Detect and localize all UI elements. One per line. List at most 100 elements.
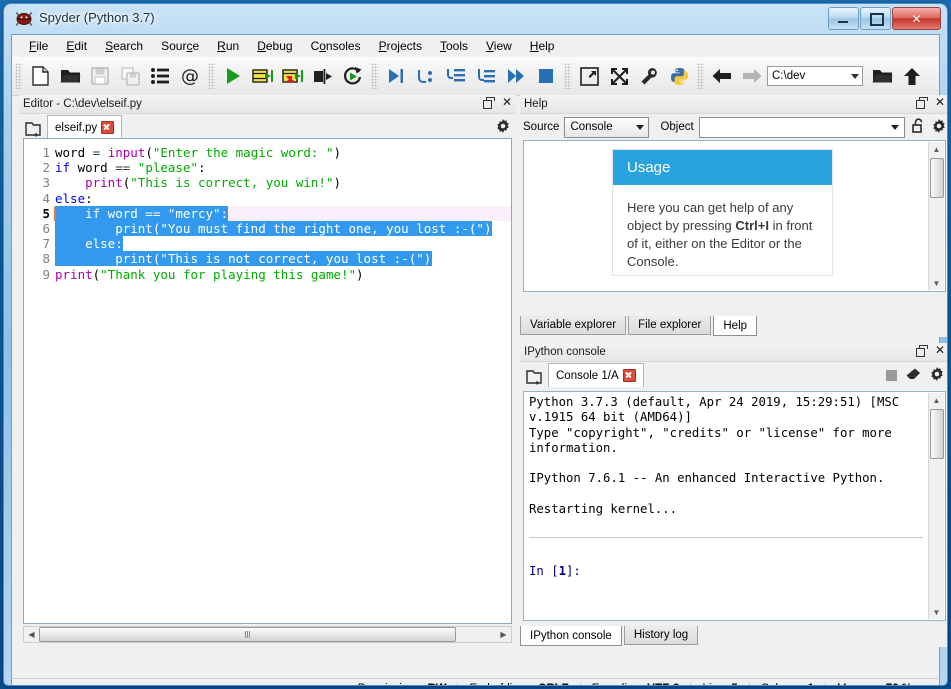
tab-variable-explorer[interactable]: Variable explorer [520,316,627,335]
toolbar-grip[interactable] [15,63,22,89]
rerun-icon[interactable] [338,61,368,91]
status-end-of-lines: End-of-lines: CRLF [457,682,579,685]
console-options-gear-icon[interactable] [930,367,944,384]
menu-projects[interactable]: Projects [370,36,431,56]
menu-search[interactable]: Search [96,36,152,56]
step-into-icon[interactable] [441,61,471,91]
console-panel-title: IPython console ✕ [520,343,947,362]
debug-file-icon[interactable] [381,61,411,91]
console-input-prompt[interactable]: In [1]: [529,564,581,578]
help-object-input[interactable] [698,116,905,138]
browse-tabs-icon[interactable] [25,122,42,137]
help-source-combo[interactable]: Console [564,116,650,138]
help-vertical-scrollbar[interactable]: ▲ ▼ [928,142,944,290]
scroll-up-icon[interactable]: ▲ [929,393,944,407]
close-button[interactable]: ✕ [892,7,941,30]
forward-icon[interactable] [737,61,767,91]
menu-view[interactable]: View [477,36,521,56]
continue-icon[interactable] [501,61,531,91]
scroll-up-icon[interactable]: ▲ [929,142,944,156]
menu-debug[interactable]: Debug [248,36,301,56]
save-file-icon[interactable] [85,61,115,91]
parent-directory-icon[interactable] [897,61,927,91]
maximize-button[interactable] [860,7,891,30]
menu-source[interactable]: Source [152,36,208,56]
unlock-icon[interactable] [912,118,925,136]
list-icon[interactable] [145,61,175,91]
fullscreen-icon[interactable] [604,61,634,91]
line-number: 9 [42,266,50,282]
undock-icon[interactable] [915,345,928,357]
editor-hscroll-thumb[interactable] [39,627,456,642]
menu-run[interactable]: Run [208,36,248,56]
scroll-right-icon[interactable]: ▶ [496,627,511,642]
undock-icon[interactable] [915,97,928,109]
menu-help[interactable]: Help [521,36,564,56]
scroll-down-icon[interactable]: ▼ [929,605,944,619]
help-content[interactable]: Usage Here you can get help of any objec… [523,140,946,292]
back-icon[interactable] [707,61,737,91]
undock-icon[interactable] [482,97,495,109]
console-vertical-scrollbar[interactable]: ▲ ▼ [928,393,944,619]
menu-edit[interactable]: Edit [57,36,96,56]
step-over-icon[interactable] [411,61,441,91]
save-all-icon[interactable] [115,61,145,91]
editor-horizontal-scrollbar[interactable]: ◀ ▶ [23,626,512,643]
status-permissions: Permissions: RW [347,682,458,685]
menu-file[interactable]: File [20,36,57,56]
menu-consoles[interactable]: Consoles [302,36,370,56]
close-icon[interactable]: ✕ [935,344,945,356]
prompt-number: 1 [558,564,567,578]
toolbar-grip-5[interactable] [697,63,704,89]
run-selection-icon[interactable] [308,61,338,91]
step-return-icon[interactable] [471,61,501,91]
console-separator [529,537,923,538]
close-icon[interactable]: ✕ [935,96,945,108]
help-vscroll-thumb[interactable] [930,158,944,198]
pythonpath-icon[interactable] [664,61,694,91]
at-sign-icon[interactable]: @ [175,61,205,91]
eraser-icon[interactable] [906,368,921,383]
toolbar-grip-4[interactable] [564,63,571,89]
editor-tab-close-icon[interactable] [101,121,115,134]
console-tab-close-icon[interactable] [622,369,636,382]
console-vscroll-thumb[interactable] [930,409,944,459]
editor-tab-elseif[interactable]: elseif.py [47,115,123,139]
close-icon[interactable]: ✕ [502,96,512,108]
scroll-down-icon[interactable]: ▼ [929,276,944,290]
run-cell-icon[interactable] [248,61,278,91]
help-options-gear-icon[interactable] [932,118,946,136]
code-token: "Thank you for playing this game!" [100,266,357,282]
minimize-button[interactable] [828,7,859,30]
tab-history-log[interactable]: History log [623,626,699,645]
console-tab-1a[interactable]: Console 1/A [548,363,644,387]
status-label: End-of-lines: [469,683,534,685]
menu-tools[interactable]: Tools [431,36,477,56]
stop-debug-icon[interactable] [531,61,561,91]
run-cell-advance-icon[interactable] [278,61,308,91]
new-file-icon[interactable] [25,61,55,91]
preferences-icon[interactable] [634,61,664,91]
status-value: UTF-8 [647,683,680,685]
help-panel-title-text: Help [524,98,548,110]
run-file-icon[interactable] [218,61,248,91]
stop-icon[interactable] [886,370,897,381]
tab-help[interactable]: Help [713,316,758,336]
toolbar-grip-2[interactable] [208,63,215,89]
working-directory-combo[interactable]: C:\dev [767,66,863,86]
browse-folder-icon[interactable] [867,61,897,91]
prompt-suffix: ]: [566,564,581,578]
toolbar-grip-3[interactable] [371,63,378,89]
tab-file-explorer[interactable]: File explorer [628,316,712,335]
scroll-left-icon[interactable]: ◀ [24,627,39,642]
editor-tab-bar: elseif.py [19,114,516,139]
maximize-pane-icon[interactable] [574,61,604,91]
code-editor-area[interactable]: 1 word = input("Enter the magic word: ") 2… [23,138,512,624]
tab-ipython-console[interactable]: IPython console [520,626,622,646]
code-line: if word == "mercy": [55,206,228,221]
open-file-icon[interactable] [55,61,85,91]
console-output-area[interactable]: Python 3.7.3 (default, Apr 24 2019, 15:2… [523,391,946,621]
editor-options-gear-icon[interactable] [496,119,510,136]
browse-tabs-icon[interactable] [526,370,543,385]
